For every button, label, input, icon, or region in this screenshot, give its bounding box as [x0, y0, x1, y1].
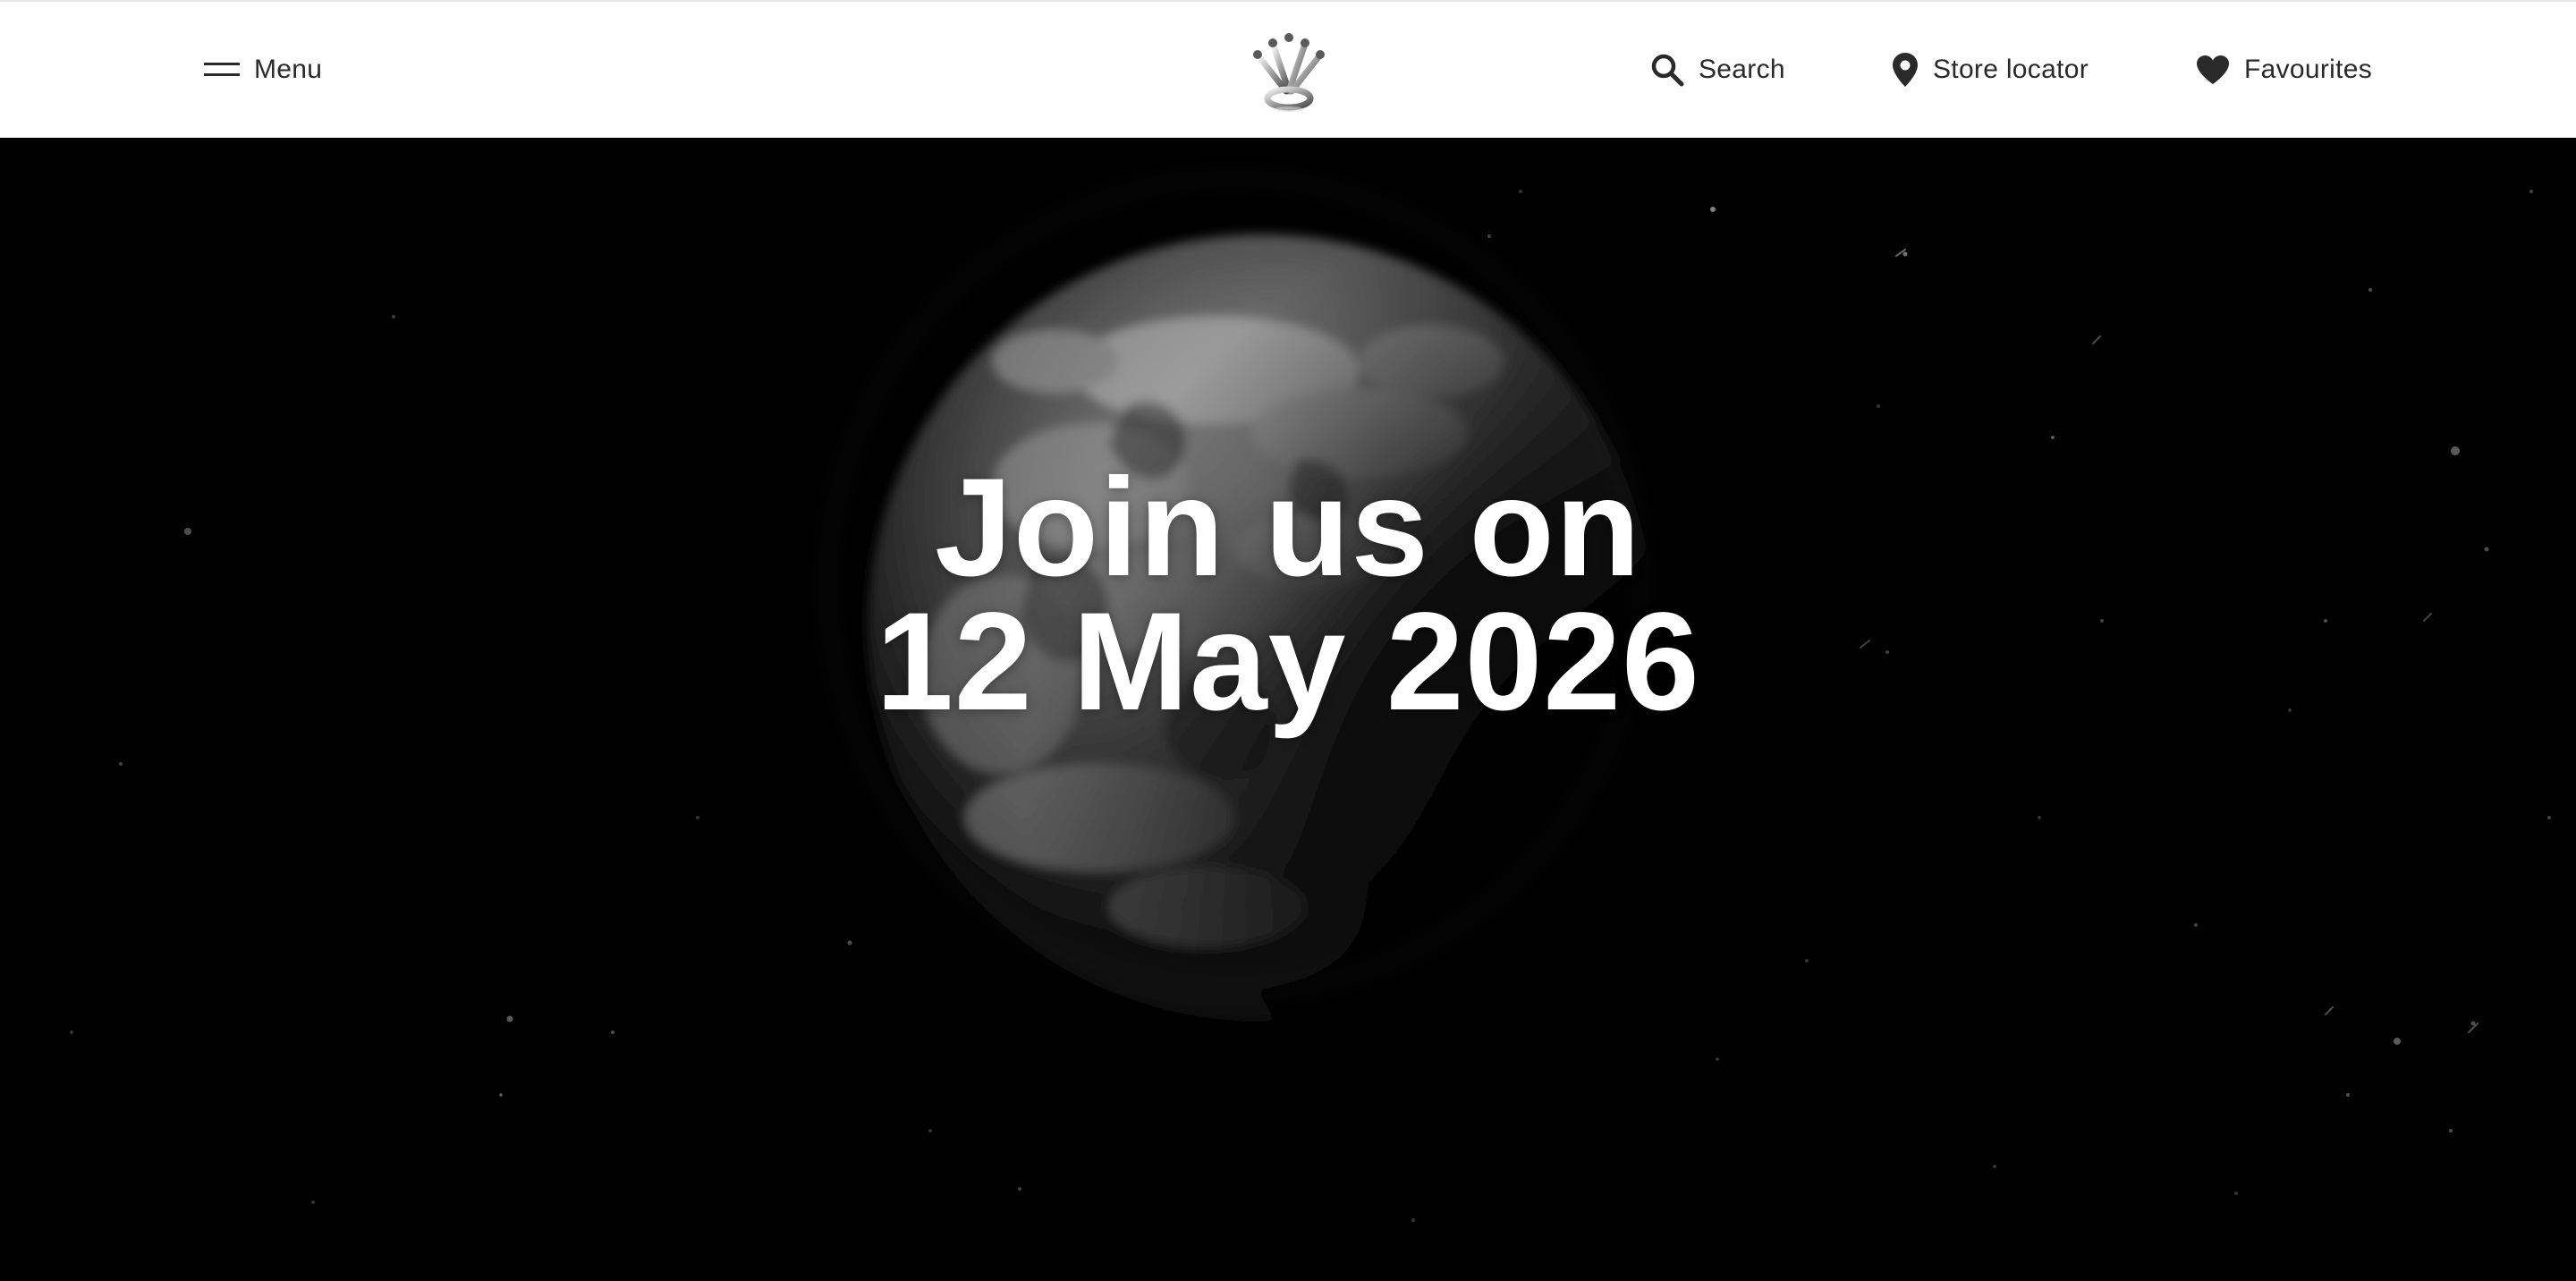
hero-headline: Join us on 12 May 2026: [0, 449, 2576, 740]
page: Menu Search Store locator Favourites Joi…: [0, 0, 2576, 1281]
store-locator-button[interactable]: Store locator: [1892, 2, 2089, 138]
store-locator-label: Store locator: [1933, 55, 2089, 84]
menu-label: Menu: [254, 55, 323, 84]
heart-icon: [2196, 55, 2230, 85]
menu-button[interactable]: Menu: [204, 2, 322, 138]
hero-banner[interactable]: Join us on 12 May 2026: [0, 138, 2576, 1281]
hamburger-icon: [204, 60, 240, 80]
site-header: Menu Search Store locator Favourites: [0, 0, 2576, 138]
search-label: Search: [1699, 55, 1785, 84]
headline-line-1: Join us on: [935, 449, 1641, 606]
favourites-label: Favourites: [2244, 55, 2373, 84]
search-icon: [1650, 53, 1684, 87]
location-pin-icon: [1892, 52, 1919, 88]
favourites-button[interactable]: Favourites: [2196, 2, 2372, 138]
headline-line-2: 12 May 2026: [876, 583, 1700, 740]
crown-logo[interactable]: [1250, 29, 1327, 115]
search-button[interactable]: Search: [1650, 2, 1785, 138]
